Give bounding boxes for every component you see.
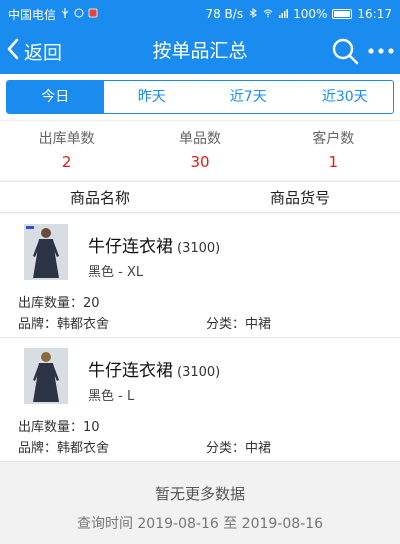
back-button[interactable]: 返回 — [6, 28, 62, 74]
tab-30-days[interactable]: 近30天 — [297, 81, 394, 113]
product-spec: 黑色 - L — [88, 389, 135, 404]
column-product-name: 商品名称 — [69, 188, 130, 207]
more-dots-icon — [366, 48, 396, 70]
product-item[interactable]: 牛仔连衣裙 (3100) 黑色 - XL 出库数量：20 品牌：韩都衣舍 分类：中… — [0, 214, 400, 338]
bluetooth-icon — [248, 7, 258, 21]
stat-customer-count: 客户数 1 — [267, 121, 400, 180]
usb-icon — [60, 7, 70, 21]
stat-outbound-orders: 出库单数 2 — [0, 121, 133, 180]
product-thumbnail — [24, 224, 68, 280]
status-bar: 中国电信 78 B/s 100% 16:17 — [0, 0, 400, 28]
product-name: 牛仔连衣裙 (3100) — [88, 232, 220, 257]
no-more-data-text: 暂无更多数据 — [154, 485, 245, 503]
tab-7-days[interactable]: 近7天 — [200, 81, 297, 113]
notification-icon — [88, 7, 98, 21]
carrier-text: 中国电信 — [8, 7, 57, 22]
signal-icon — [278, 7, 289, 21]
outbound-quantity: 出库数量：20 — [18, 296, 100, 311]
more-button[interactable] — [366, 36, 396, 66]
chevron-left-icon — [6, 38, 20, 64]
product-name-text: 牛仔连衣裙 — [88, 361, 173, 381]
product-code: (3100) — [177, 365, 221, 380]
product-spec: 黑色 - XL — [88, 265, 144, 280]
product-brand: 品牌：韩都衣舍 — [18, 317, 110, 332]
product-thumbnail — [24, 348, 68, 404]
query-range-text: 查询时间 2019-08-16 至 2019-08-16 — [76, 516, 324, 532]
search-button[interactable] — [330, 36, 360, 66]
product-brand: 品牌：韩都衣舍 — [18, 441, 110, 456]
summary-stats: 出库单数 2 单品数 30 客户数 1 — [0, 120, 400, 180]
product-category: 分类：中裙 — [206, 441, 272, 456]
stat-value: 30 — [190, 153, 210, 171]
list-footer: 暂无更多数据 查询时间 2019-08-16 至 2019-08-16 — [0, 462, 400, 544]
stat-value: 1 — [328, 153, 339, 171]
stat-label: 客户数 — [312, 131, 355, 147]
product-code: (3100) — [177, 241, 221, 256]
tab-today[interactable]: 今日 — [7, 81, 104, 113]
battery-icon — [332, 9, 353, 19]
network-speed: 78 B/s — [205, 7, 244, 21]
column-product-code: 商品货号 — [269, 188, 330, 207]
date-range-tabs: 今日 昨天 近7天 近30天 — [0, 74, 400, 120]
product-item[interactable]: 牛仔连衣裙 (3100) 黑色 - L 出库数量：10 品牌：韩都衣舍 分类：中裙 — [0, 338, 400, 462]
wifi-icon — [263, 7, 273, 21]
nav-bar: 返回 按单品汇总 — [0, 28, 400, 74]
stat-value: 2 — [61, 153, 72, 171]
list-column-header: 商品名称 商品货号 — [0, 181, 400, 213]
product-category: 分类：中裙 — [206, 317, 272, 332]
back-label: 返回 — [24, 41, 63, 64]
product-name: 牛仔连衣裙 (3100) — [88, 356, 220, 381]
search-icon — [330, 38, 360, 70]
huawei-icon — [74, 7, 84, 21]
stat-label: 单品数 — [178, 131, 221, 147]
battery-percent: 100% — [293, 7, 328, 21]
stat-label: 出库单数 — [38, 131, 95, 147]
tab-yesterday[interactable]: 昨天 — [104, 81, 201, 113]
product-name-text: 牛仔连衣裙 — [88, 237, 173, 257]
clock: 16:17 — [357, 7, 392, 21]
outbound-quantity: 出库数量：10 — [18, 420, 100, 435]
stat-item-count: 单品数 30 — [133, 121, 266, 180]
